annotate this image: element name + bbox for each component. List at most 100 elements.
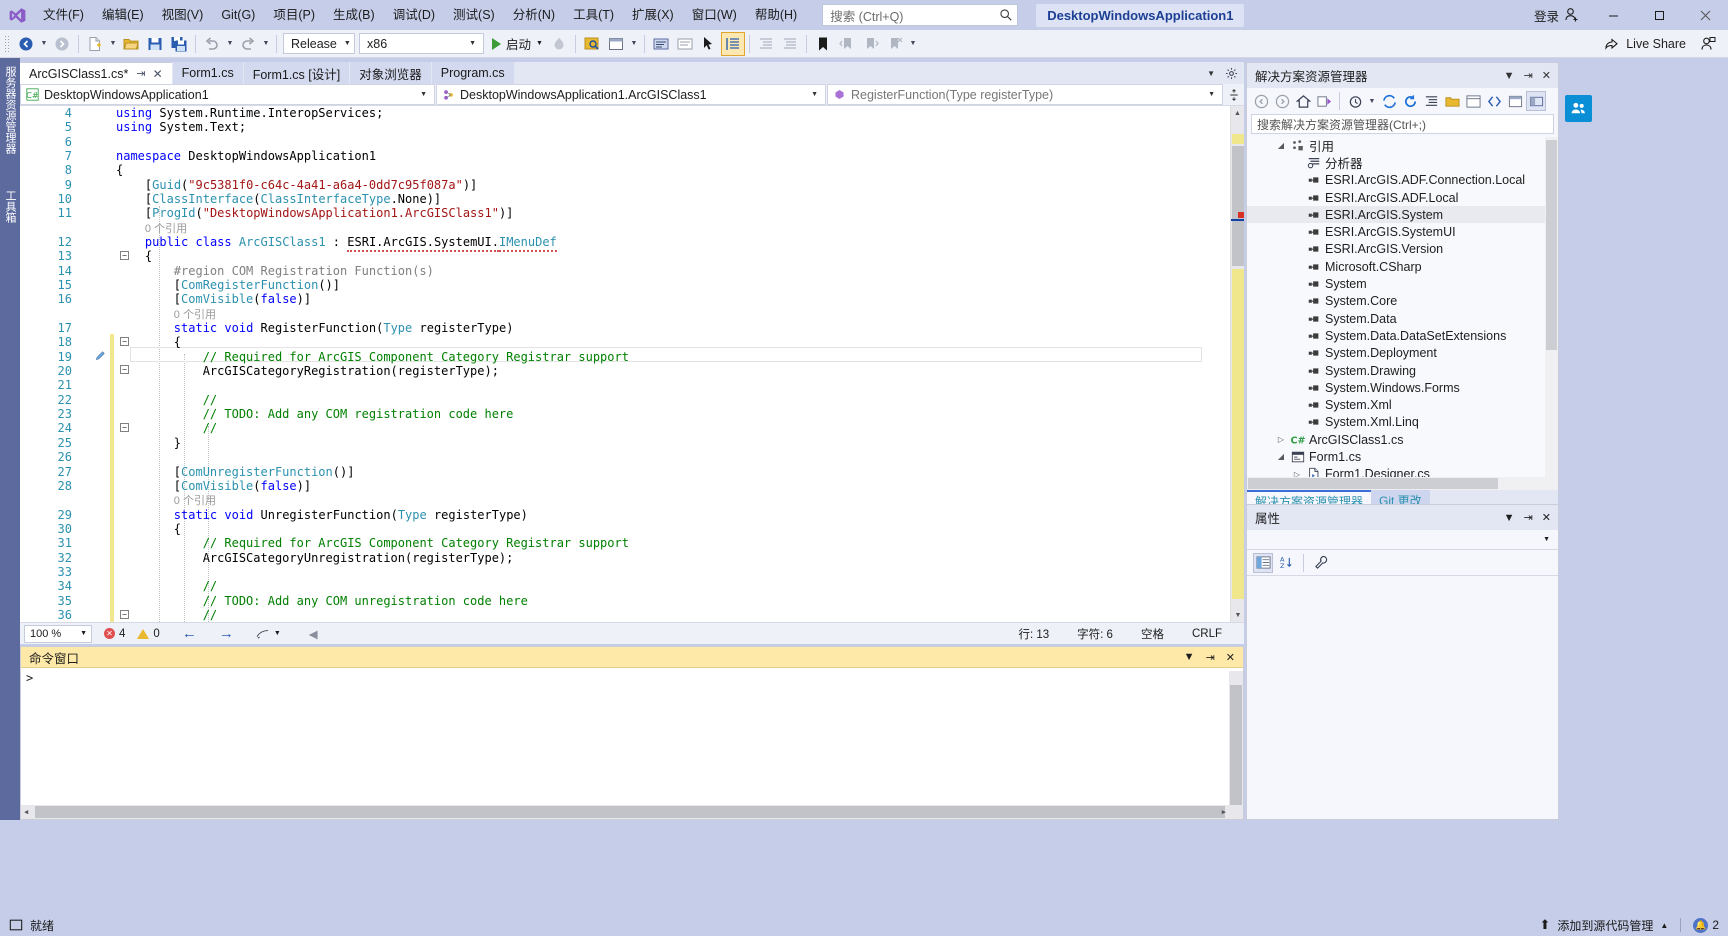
se-preview-selected-button[interactable] (1526, 91, 1546, 111)
warning-count-chip[interactable]: 0 (137, 628, 160, 640)
tree-item-[interactable]: ◢ 引用 (1247, 137, 1558, 154)
code-line[interactable]: // (116, 421, 217, 435)
command-window-vertical-scrollbar[interactable] (1229, 671, 1243, 819)
scroll-thumb[interactable] (1230, 685, 1242, 805)
se-sync-button[interactable] (1379, 91, 1399, 111)
properties-alphabetical-button[interactable]: AZ (1276, 553, 1296, 573)
tree-item-system-xml-linq[interactable]: System.Xml.Linq (1247, 414, 1558, 431)
solution-explorer-flyout-button[interactable] (1565, 95, 1592, 122)
code-line[interactable]: static void RegisterFunction(Type regist… (116, 321, 514, 335)
zoom-level-combo[interactable]: 100 % ▼ (24, 624, 92, 643)
clear-bookmarks-button[interactable] (883, 32, 907, 56)
code-line[interactable]: using System.Runtime.InteropServices; (116, 106, 383, 120)
expand-collapse-chevron-right-icon[interactable]: ▷ (1273, 435, 1289, 444)
toolbar-cursor-button[interactable] (697, 32, 721, 56)
tree-item-system-xml[interactable]: System.Xml (1247, 396, 1558, 413)
source-control-upload-icon[interactable]: ⬆ (1539, 917, 1550, 933)
tab-form1-cs-design[interactable]: Form1.cs [设计] (243, 62, 350, 84)
se-home-button[interactable] (1293, 91, 1313, 111)
se-collapse-all-button[interactable] (1421, 91, 1441, 111)
new-project-dropdown[interactable]: ▼ (107, 32, 119, 56)
se-history-dropdown[interactable]: ▼ (1366, 89, 1378, 113)
code-line[interactable]: { (116, 522, 181, 536)
live-share-button[interactable]: Live Share (1604, 36, 1696, 52)
scroll-thumb[interactable] (1248, 478, 1498, 489)
code-line[interactable]: // TODO: Add any COM unregistration code… (116, 594, 528, 608)
menu-view[interactable]: 视图(V) (153, 0, 213, 30)
command-prompt-line[interactable]: > (26, 671, 1229, 819)
error-count-chip[interactable]: ✕ 4 (104, 628, 125, 640)
scroll-right-icon[interactable]: ▶ (1222, 808, 1226, 816)
nav-forward-arrow-icon[interactable]: → (219, 625, 234, 642)
tree-item-system-deployment[interactable]: System.Deployment (1247, 345, 1558, 362)
code-line[interactable]: 0 个引用 (116, 307, 216, 321)
tab-form1-cs[interactable]: Form1.cs (172, 62, 243, 84)
navbar-project-combo[interactable]: C# DesktopWindowsApplication1 ▼ (20, 84, 435, 105)
select-window-dropdown[interactable]: ▼ (628, 32, 640, 56)
code-line[interactable]: { (116, 163, 123, 177)
expand-collapse-chevron-down-icon[interactable]: ◢ (1273, 452, 1289, 461)
tree-item-esri-arcgis-system[interactable]: ESRI.ArcGIS.System (1247, 206, 1558, 224)
code-editor[interactable]: − − − − − 4 using System.Runtime.InteropS… (20, 106, 1244, 622)
code-line[interactable]: 0 个引用 (116, 493, 216, 507)
close-icon[interactable]: ✕ (1542, 69, 1551, 82)
pin-icon[interactable]: ⇥ (1524, 511, 1533, 524)
menu-edit[interactable]: 编辑(E) (93, 0, 153, 30)
code-line[interactable]: [ComRegisterFunction()] (116, 278, 340, 292)
se-view-designer-button[interactable] (1505, 91, 1525, 111)
tree-item-esri-arcgis-adf-connection-local[interactable]: ESRI.ArcGIS.ADF.Connection.Local (1247, 172, 1558, 189)
tree-item-arcgisclass1-cs[interactable]: ▷ C# ArcGISClass1.cs (1247, 431, 1558, 448)
code-line[interactable]: // Required for ArcGIS Component Categor… (116, 350, 629, 364)
menu-file[interactable]: 文件(F) (34, 0, 93, 30)
decrease-indent-button[interactable] (778, 32, 802, 56)
add-to-source-control-label[interactable]: 添加到源代码管理 (1557, 917, 1653, 934)
scroll-left-icon[interactable]: ◀ (21, 808, 28, 816)
tab-list-dropdown[interactable]: ▼ (1207, 69, 1215, 78)
split-view-button[interactable] (1224, 88, 1244, 101)
toggle-bookmark-button[interactable] (811, 32, 835, 56)
properties-categorized-button[interactable] (1253, 552, 1273, 573)
code-line[interactable]: [ComVisible(false)] (116, 292, 311, 306)
scroll-up-button[interactable]: ▲ (1231, 106, 1244, 120)
comment-lines-button[interactable] (649, 32, 673, 56)
code-line[interactable]: using System.Text; (116, 120, 246, 134)
se-forward-button[interactable] (1272, 91, 1292, 111)
minimize-button[interactable] (1590, 0, 1636, 30)
menu-project[interactable]: 项目(P) (264, 0, 324, 30)
open-file-button[interactable] (119, 32, 143, 56)
se-back-button[interactable] (1251, 91, 1271, 111)
command-window-dropdown[interactable]: ▼ (1184, 651, 1195, 663)
sign-in-button[interactable]: 登录 (1524, 6, 1590, 25)
code-line[interactable]: #region COM Registration Function(s) (116, 264, 434, 278)
code-line[interactable]: { (116, 249, 152, 263)
tree-item-microsoft-csharp[interactable]: Microsoft.CSharp (1247, 258, 1558, 275)
navbar-type-combo[interactable]: DesktopWindowsApplication1.ArcGISClass1 … (436, 84, 826, 105)
code-line[interactable]: [ClassInterface(ClassInterfaceType.None)… (116, 192, 441, 206)
command-window-horizontal-scrollbar[interactable]: ◀ ▶ (21, 805, 1243, 819)
live-share-session-button[interactable] (1696, 32, 1720, 56)
tab-object-browser[interactable]: 对象浏览器 (350, 62, 431, 84)
tree-item-form1-designer-cs[interactable]: ▷ Form1.Designer.cs (1247, 466, 1558, 477)
select-window-button[interactable] (604, 32, 628, 56)
start-debug-button[interactable]: 启动 ▼ (486, 32, 547, 56)
global-search-input[interactable]: 搜索 (Ctrl+Q) (822, 4, 1019, 26)
toolbar-grip[interactable] (4, 34, 11, 53)
menu-debug[interactable]: 调试(D) (384, 0, 444, 30)
code-line[interactable]: // (116, 608, 217, 622)
tree-item-system-drawing[interactable]: System.Drawing (1247, 362, 1558, 379)
tree-item-form1-cs[interactable]: ◢ Form1.cs (1247, 448, 1558, 465)
code-line[interactable]: [ComVisible(false)] (116, 479, 311, 493)
active-project-chip[interactable]: DesktopWindowsApplication1 (1036, 3, 1245, 27)
tree-item-system-data-datasetextensions[interactable]: System.Data.DataSetExtensions (1247, 327, 1558, 344)
code-line[interactable]: namespace DesktopWindowsApplication1 (116, 149, 376, 163)
undo-dropdown[interactable]: ▼ (224, 32, 236, 56)
se-horizontal-scrollbar[interactable] (1247, 477, 1558, 490)
code-line[interactable]: // TODO: Add any COM registration code h… (116, 407, 514, 421)
navigate-forward-button[interactable] (50, 32, 74, 56)
toolbar-overflow-button[interactable]: ▼ (907, 32, 919, 56)
code-line[interactable]: ArcGISCategoryRegistration(registerType)… (116, 364, 499, 378)
tree-item-[interactable]: 分析器 (1247, 154, 1558, 171)
code-line[interactable]: [ComUnregisterFunction()] (116, 465, 355, 479)
se-history-button[interactable] (1345, 91, 1365, 111)
menu-extensions[interactable]: 扩展(X) (623, 0, 683, 30)
